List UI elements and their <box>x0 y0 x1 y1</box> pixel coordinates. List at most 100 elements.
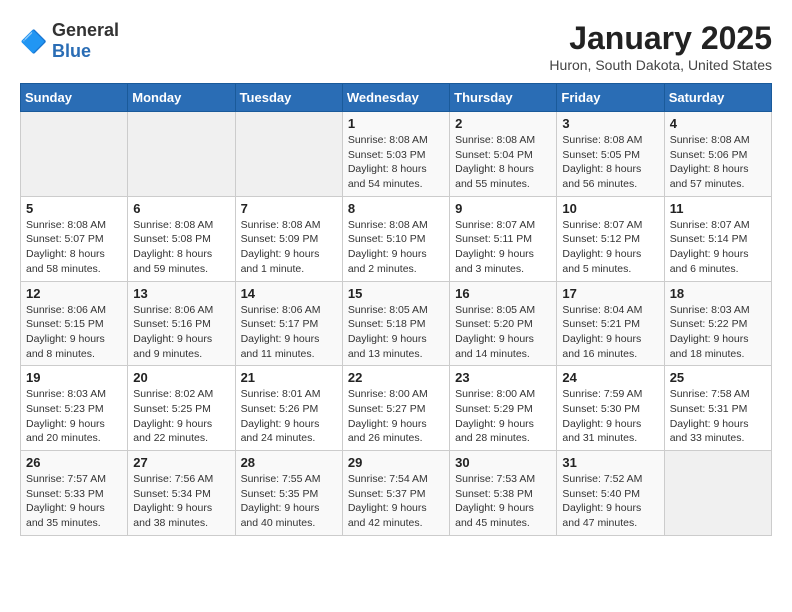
day-number: 2 <box>455 116 551 131</box>
calendar-cell: 25Sunrise: 7:58 AM Sunset: 5:31 PM Dayli… <box>664 366 771 451</box>
calendar-cell: 3 Sunrise: 8:08 AM Sunset: 5:05 PM Daylig… <box>557 112 664 197</box>
day-number: 1 <box>348 116 444 131</box>
day-info: Sunrise: 7:55 AM Sunset: 5:35 PM Dayligh… <box>241 472 337 531</box>
calendar-cell <box>235 112 342 197</box>
day-info: Sunrise: 8:03 AM Sunset: 5:22 PM Dayligh… <box>670 303 766 362</box>
calendar-cell: 15Sunrise: 8:05 AM Sunset: 5:18 PM Dayli… <box>342 281 449 366</box>
day-info: Sunrise: 8:00 AM Sunset: 5:29 PM Dayligh… <box>455 387 551 446</box>
weekday-header-row: SundayMondayTuesdayWednesdayThursdayFrid… <box>21 84 772 112</box>
day-info: Sunrise: 8:06 AM Sunset: 5:15 PM Dayligh… <box>26 303 122 362</box>
calendar-cell: 31 Sunrise: 7:52 AM Sunset: 5:40 PM Dayli… <box>557 451 664 536</box>
day-number: 6 <box>133 201 229 216</box>
day-number: 11 <box>670 201 766 216</box>
calendar-cell: 4Sunrise: 8:08 AM Sunset: 5:06 PM Daylig… <box>664 112 771 197</box>
logo: 🔷 General Blue <box>20 20 119 62</box>
day-info: Sunrise: 7:57 AM Sunset: 5:33 PM Dayligh… <box>26 472 122 531</box>
day-info: Sunrise: 8:08 AM Sunset: 5:10 PM Dayligh… <box>348 218 444 277</box>
weekday-header: Saturday <box>664 84 771 112</box>
month-title: January 2025 <box>549 20 772 57</box>
day-info: Sunrise: 8:00 AM Sunset: 5:27 PM Dayligh… <box>348 387 444 446</box>
day-number: 28 <box>241 455 337 470</box>
calendar-cell: 22 Sunrise: 8:00 AM Sunset: 5:27 PM Dayli… <box>342 366 449 451</box>
day-number: 10 <box>562 201 658 216</box>
day-number: 23 <box>455 370 551 385</box>
calendar-cell: 30 Sunrise: 7:53 AM Sunset: 5:38 PM Dayli… <box>450 451 557 536</box>
calendar-cell: 2 Sunrise: 8:08 AM Sunset: 5:04 PM Daylig… <box>450 112 557 197</box>
calendar-cell: 14Sunrise: 8:06 AM Sunset: 5:17 PM Dayli… <box>235 281 342 366</box>
weekday-header: Thursday <box>450 84 557 112</box>
day-number: 24 <box>562 370 658 385</box>
day-info: Sunrise: 8:02 AM Sunset: 5:25 PM Dayligh… <box>133 387 229 446</box>
day-info: Sunrise: 8:08 AM Sunset: 5:07 PM Dayligh… <box>26 218 122 277</box>
header: 🔷 General Blue January 2025 Huron, South… <box>20 20 772 73</box>
day-number: 21 <box>241 370 337 385</box>
weekday-header: Monday <box>128 84 235 112</box>
day-number: 30 <box>455 455 551 470</box>
calendar-week-row: 1 Sunrise: 8:08 AM Sunset: 5:03 PM Daylig… <box>21 112 772 197</box>
day-number: 22 <box>348 370 444 385</box>
day-info: Sunrise: 8:03 AM Sunset: 5:23 PM Dayligh… <box>26 387 122 446</box>
day-info: Sunrise: 8:08 AM Sunset: 5:09 PM Dayligh… <box>241 218 337 277</box>
calendar-week-row: 19Sunrise: 8:03 AM Sunset: 5:23 PM Dayli… <box>21 366 772 451</box>
day-info: Sunrise: 8:05 AM Sunset: 5:18 PM Dayligh… <box>348 303 444 362</box>
day-number: 9 <box>455 201 551 216</box>
calendar-cell: 20 Sunrise: 8:02 AM Sunset: 5:25 PM Dayli… <box>128 366 235 451</box>
calendar-cell: 18 Sunrise: 8:03 AM Sunset: 5:22 PM Dayli… <box>664 281 771 366</box>
calendar-cell: 9Sunrise: 8:07 AM Sunset: 5:11 PM Daylig… <box>450 196 557 281</box>
weekday-header: Friday <box>557 84 664 112</box>
calendar-cell: 24 Sunrise: 7:59 AM Sunset: 5:30 PM Dayli… <box>557 366 664 451</box>
logo-text-blue: Blue <box>52 41 91 61</box>
calendar-table: SundayMondayTuesdayWednesdayThursdayFrid… <box>20 83 772 536</box>
day-info: Sunrise: 8:08 AM Sunset: 5:03 PM Dayligh… <box>348 133 444 192</box>
day-info: Sunrise: 8:08 AM Sunset: 5:08 PM Dayligh… <box>133 218 229 277</box>
calendar-cell: 19Sunrise: 8:03 AM Sunset: 5:23 PM Dayli… <box>21 366 128 451</box>
calendar-cell: 29 Sunrise: 7:54 AM Sunset: 5:37 PM Dayli… <box>342 451 449 536</box>
day-info: Sunrise: 7:56 AM Sunset: 5:34 PM Dayligh… <box>133 472 229 531</box>
day-info: Sunrise: 7:52 AM Sunset: 5:40 PM Dayligh… <box>562 472 658 531</box>
day-info: Sunrise: 8:01 AM Sunset: 5:26 PM Dayligh… <box>241 387 337 446</box>
day-number: 27 <box>133 455 229 470</box>
day-info: Sunrise: 7:54 AM Sunset: 5:37 PM Dayligh… <box>348 472 444 531</box>
calendar-cell <box>21 112 128 197</box>
day-info: Sunrise: 8:07 AM Sunset: 5:14 PM Dayligh… <box>670 218 766 277</box>
weekday-header: Wednesday <box>342 84 449 112</box>
day-number: 12 <box>26 286 122 301</box>
day-number: 29 <box>348 455 444 470</box>
calendar-cell: 26 Sunrise: 7:57 AM Sunset: 5:33 PM Dayli… <box>21 451 128 536</box>
day-number: 13 <box>133 286 229 301</box>
calendar-cell: 23 Sunrise: 8:00 AM Sunset: 5:29 PM Dayli… <box>450 366 557 451</box>
day-info: Sunrise: 8:08 AM Sunset: 5:05 PM Dayligh… <box>562 133 658 192</box>
calendar-cell: 27 Sunrise: 7:56 AM Sunset: 5:34 PM Dayli… <box>128 451 235 536</box>
calendar-cell: 17 Sunrise: 8:04 AM Sunset: 5:21 PM Dayli… <box>557 281 664 366</box>
day-info: Sunrise: 8:08 AM Sunset: 5:04 PM Dayligh… <box>455 133 551 192</box>
calendar-week-row: 12 Sunrise: 8:06 AM Sunset: 5:15 PM Dayli… <box>21 281 772 366</box>
calendar-cell: 7 Sunrise: 8:08 AM Sunset: 5:09 PM Daylig… <box>235 196 342 281</box>
day-number: 31 <box>562 455 658 470</box>
day-number: 18 <box>670 286 766 301</box>
title-area: January 2025 Huron, South Dakota, United… <box>549 20 772 73</box>
calendar-cell: 5 Sunrise: 8:08 AM Sunset: 5:07 PM Daylig… <box>21 196 128 281</box>
calendar-week-row: 5 Sunrise: 8:08 AM Sunset: 5:07 PM Daylig… <box>21 196 772 281</box>
calendar-cell: 28 Sunrise: 7:55 AM Sunset: 5:35 PM Dayli… <box>235 451 342 536</box>
day-number: 17 <box>562 286 658 301</box>
day-info: Sunrise: 8:04 AM Sunset: 5:21 PM Dayligh… <box>562 303 658 362</box>
day-info: Sunrise: 7:53 AM Sunset: 5:38 PM Dayligh… <box>455 472 551 531</box>
calendar-cell <box>128 112 235 197</box>
calendar-cell: 6 Sunrise: 8:08 AM Sunset: 5:08 PM Daylig… <box>128 196 235 281</box>
day-number: 20 <box>133 370 229 385</box>
day-number: 5 <box>26 201 122 216</box>
calendar-cell: 12 Sunrise: 8:06 AM Sunset: 5:15 PM Dayli… <box>21 281 128 366</box>
logo-icon: 🔷 <box>20 27 48 55</box>
weekday-header: Tuesday <box>235 84 342 112</box>
day-number: 26 <box>26 455 122 470</box>
day-info: Sunrise: 7:59 AM Sunset: 5:30 PM Dayligh… <box>562 387 658 446</box>
calendar-cell: 16Sunrise: 8:05 AM Sunset: 5:20 PM Dayli… <box>450 281 557 366</box>
day-number: 7 <box>241 201 337 216</box>
day-number: 3 <box>562 116 658 131</box>
svg-text:🔷: 🔷 <box>20 29 47 54</box>
day-number: 14 <box>241 286 337 301</box>
location-title: Huron, South Dakota, United States <box>549 57 772 73</box>
calendar-cell: 10Sunrise: 8:07 AM Sunset: 5:12 PM Dayli… <box>557 196 664 281</box>
calendar-week-row: 26 Sunrise: 7:57 AM Sunset: 5:33 PM Dayli… <box>21 451 772 536</box>
day-info: Sunrise: 8:08 AM Sunset: 5:06 PM Dayligh… <box>670 133 766 192</box>
